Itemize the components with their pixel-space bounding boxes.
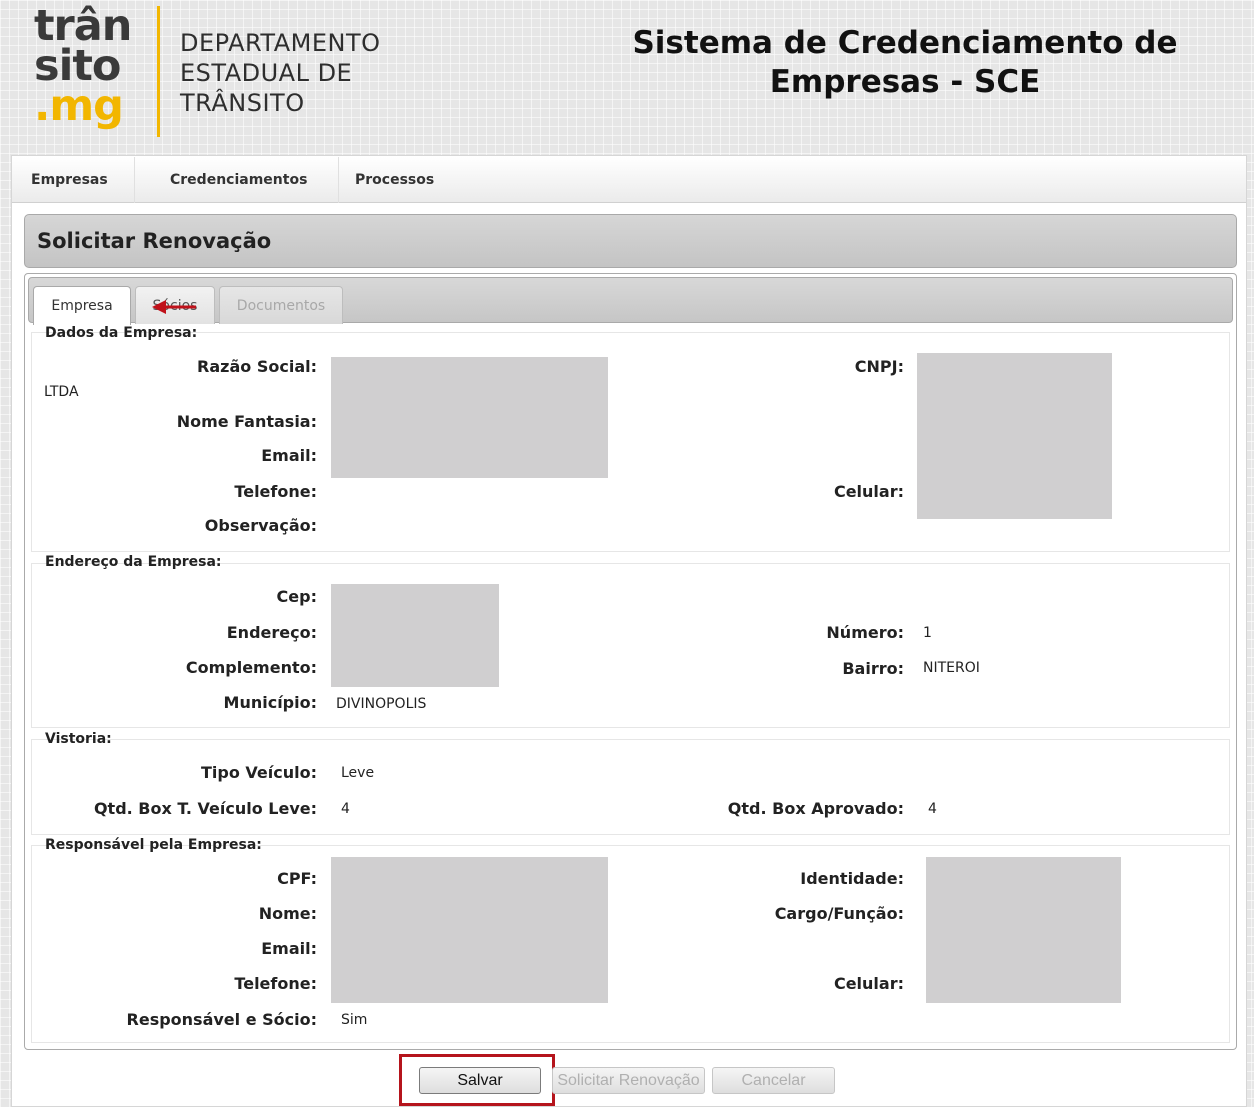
solicitar-renovacao-button[interactable]: Solicitar Renovação	[552, 1067, 705, 1094]
label-bairro: Bairro:	[842, 659, 904, 678]
department-name: DEPARTAMENTO ESTADUAL DE TRÂNSITO	[180, 28, 381, 118]
logo-line-3: .mg	[34, 81, 124, 131]
label-email: Email:	[261, 446, 317, 465]
label-qtd-box-leve: Qtd. Box T. Veículo Leve:	[93, 799, 317, 818]
label-municipio: Município:	[223, 693, 317, 712]
tab-bar: Empresa Sócios Documentos	[28, 277, 1233, 325]
label-resp-celular: Celular:	[833, 974, 904, 993]
section-title-endereco: Endereço da Empresa:	[45, 554, 222, 570]
redacted-responsible-id	[926, 857, 1121, 1003]
label-cnpj: CNPJ:	[854, 357, 904, 376]
label-tipo-veiculo: Tipo Veículo:	[200, 763, 317, 782]
value-tipo-veiculo: Leve	[341, 765, 375, 781]
transito-logo: trân sito .mg	[34, 1, 144, 131]
tab-documentos[interactable]: Documentos	[219, 286, 343, 324]
label-resp-telefone: Telefone:	[234, 974, 317, 993]
label-resp-email: Email:	[261, 939, 317, 958]
section-endereco	[31, 563, 1230, 728]
redacted-cnpj-contact	[917, 353, 1112, 519]
section-title-responsavel: Responsável pela Empresa:	[45, 837, 262, 853]
menu-item-empresas[interactable]: Empresas	[12, 157, 135, 203]
system-title-line-1: Sistema de Credenciamento de	[632, 25, 1178, 61]
logo-divider	[157, 6, 160, 137]
label-complemento: Complemento:	[185, 658, 317, 677]
menu-bar: Empresas Credenciamentos Processos	[12, 157, 1246, 203]
department-line-2: ESTADUAL DE	[180, 59, 353, 87]
label-numero: Número:	[826, 623, 904, 642]
logo-line-1: trân	[34, 1, 132, 51]
label-cargo-funcao: Cargo/Função:	[774, 904, 904, 923]
cancelar-button[interactable]: Cancelar	[712, 1067, 835, 1094]
value-responsavel-socio: Sim	[341, 1012, 368, 1028]
salvar-button[interactable]: Salvar	[419, 1067, 541, 1094]
label-nome-fantasia: Nome Fantasia:	[176, 412, 317, 431]
value-bairro: NITEROI	[923, 660, 980, 676]
value-qtd-box-leve: 4	[341, 801, 350, 817]
logo-line-2: sito	[34, 41, 121, 91]
red-arrow-annotation	[152, 300, 196, 314]
section-title-dados-empresa: Dados da Empresa:	[45, 325, 198, 341]
department-line-1: DEPARTAMENTO	[180, 29, 381, 57]
department-line-3: TRÂNSITO	[180, 89, 305, 117]
menu-item-processos[interactable]: Processos	[339, 157, 479, 203]
label-qtd-box-aprovado: Qtd. Box Aprovado:	[727, 799, 904, 818]
label-cep: Cep:	[276, 587, 317, 606]
label-celular: Celular:	[833, 482, 904, 501]
label-cpf: CPF:	[277, 869, 317, 888]
label-identidade: Identidade:	[800, 869, 904, 888]
redacted-responsible-info	[331, 857, 608, 1003]
tab-empresa[interactable]: Empresa	[33, 286, 131, 325]
redacted-company-info	[331, 357, 608, 478]
label-responsavel-socio: Responsável e Sócio:	[126, 1010, 317, 1029]
value-numero: 1	[923, 625, 932, 641]
label-telefone: Telefone:	[234, 482, 317, 501]
value-municipio: DIVINOPOLIS	[336, 696, 427, 712]
system-title-line-2: Empresas - SCE	[769, 64, 1041, 100]
label-nome: Nome:	[258, 904, 317, 923]
menu-item-credenciamentos[interactable]: Credenciamentos	[135, 157, 339, 203]
label-observacao: Observação:	[204, 516, 317, 535]
value-qtd-box-aprovado: 4	[928, 801, 937, 817]
label-endereco: Endereço:	[226, 623, 317, 642]
section-title-vistoria: Vistoria:	[45, 731, 112, 747]
label-razao-social: Razão Social:	[197, 357, 317, 376]
redacted-address	[331, 584, 499, 687]
section-vistoria	[31, 739, 1230, 835]
page-title: Solicitar Renovação	[24, 214, 1237, 268]
system-title: Sistema de Credenciamento de Empresas - …	[600, 24, 1210, 102]
razao-social-suffix: LTDA	[44, 384, 79, 400]
